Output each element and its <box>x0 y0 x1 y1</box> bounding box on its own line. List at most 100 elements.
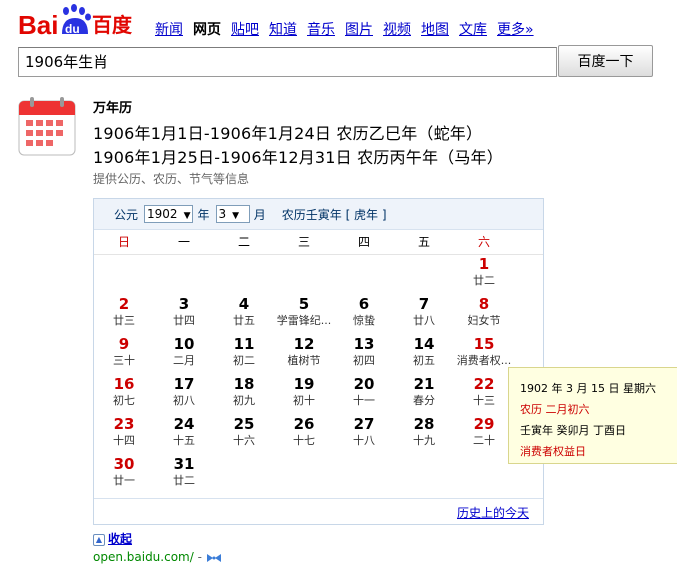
day-number: 13 <box>353 335 375 353</box>
nav-item-2[interactable]: 贴吧 <box>231 22 259 38</box>
day-cell[interactable]: 23 十四 <box>94 415 154 448</box>
tooltip-lunar: 农历 二月初六 <box>520 403 590 416</box>
day-cell[interactable]: 25 十六 <box>214 415 274 448</box>
day-number: 25 <box>233 415 255 433</box>
day-number: 24 <box>173 415 195 433</box>
weekday-label: 四 <box>357 235 370 249</box>
day-number: 29 <box>473 415 495 433</box>
nav-item-8[interactable]: 文库 <box>459 22 487 38</box>
calendar-footer: 历史上的今天 <box>94 498 543 524</box>
calendar-icon <box>18 96 76 156</box>
day-cell[interactable]: 8 妇女节 <box>454 295 514 328</box>
day-lunar: 十三 <box>473 394 495 407</box>
day-cell[interactable]: 12 植树节 <box>274 335 334 368</box>
nav-item-7[interactable]: 地图 <box>421 22 449 38</box>
day-lunar: 廿二 <box>473 274 495 287</box>
bowtie-icon[interactable] <box>206 553 222 563</box>
nav-item-1[interactable]: 网页 <box>193 22 221 38</box>
day-lunar: 十七 <box>293 434 315 447</box>
day-number: 23 <box>113 415 135 433</box>
calendar-header: 公元 1902 ▼ 年 3 ▼ 月 农历壬寅年 [ 虎年 ] <box>94 199 543 230</box>
day-cell[interactable]: 9 三十 <box>94 335 154 368</box>
day-number: 21 <box>413 375 435 393</box>
nav-item-5[interactable]: 图片 <box>345 22 373 38</box>
day-cell[interactable]: 14 初五 <box>394 335 454 368</box>
search-button[interactable]: 百度一下 <box>558 45 653 77</box>
day-cell[interactable]: 10 二月 <box>154 335 214 368</box>
day-number: 3 <box>178 295 190 313</box>
day-cell[interactable]: 30 廿一 <box>94 455 154 488</box>
day-lunar: 廿一 <box>113 474 135 487</box>
nav-item-6[interactable]: 视频 <box>383 22 411 38</box>
day-lunar: 初十 <box>293 394 315 407</box>
result-title[interactable]: 万年历 <box>93 97 132 116</box>
result-line-2: 1906年1月25日-1906年12月31日 农历丙午年（马年） <box>93 148 503 167</box>
day-cell[interactable]: 7 廿八 <box>394 295 454 328</box>
day-cell[interactable]: 22 十三 <box>454 375 514 408</box>
result-line-1: 1906年1月1日-1906年1月24日 农历乙巳年（蛇年） <box>93 124 483 143</box>
day-cell[interactable]: 4 廿五 <box>214 295 274 328</box>
day-lunar: 妇女节 <box>467 314 501 327</box>
day-cell[interactable]: 1 廿二 <box>454 255 514 288</box>
day-lunar: 初五 <box>413 354 435 367</box>
source-url: open.baidu.com/ <box>93 550 194 564</box>
day-cell[interactable]: 3 廿四 <box>154 295 214 328</box>
day-cell[interactable]: 13 初四 <box>334 335 394 368</box>
day-cell[interactable]: 31 廿二 <box>154 455 214 488</box>
year-label: 年 <box>197 207 210 222</box>
day-cell[interactable]: 19 初十 <box>274 375 334 408</box>
day-cell[interactable]: 26 十七 <box>274 415 334 448</box>
nav-item-3[interactable]: 知道 <box>269 22 297 38</box>
day-number: 18 <box>233 375 255 393</box>
day-cell[interactable]: 27 十八 <box>334 415 394 448</box>
zodiac-label: [ 虎年 ] <box>345 207 387 222</box>
day-number: 19 <box>293 375 315 393</box>
day-cell[interactable]: 20 十一 <box>334 375 394 408</box>
day-number: 1 <box>478 255 490 273</box>
day-cell[interactable]: 15 消费者权... <box>454 335 514 368</box>
day-number: 31 <box>173 455 195 473</box>
day-cell[interactable]: 5 学雷锋纪... <box>274 295 334 328</box>
nav-item-0[interactable]: 新闻 <box>155 22 183 38</box>
day-lunar: 廿三 <box>113 314 135 327</box>
day-number: 6 <box>358 295 370 313</box>
day-lunar: 惊蛰 <box>353 314 375 327</box>
day-lunar: 廿八 <box>413 314 435 327</box>
day-cell[interactable]: 16 初七 <box>94 375 154 408</box>
year-select[interactable]: 1902 ▼ <box>144 205 194 223</box>
collapse-toggle[interactable]: ▲ 收起 <box>93 530 132 547</box>
day-cell[interactable]: 11 初二 <box>214 335 274 368</box>
search-input[interactable] <box>18 47 557 77</box>
history-today-link[interactable]: 历史上的今天 <box>457 504 529 521</box>
day-cell[interactable]: 24 十五 <box>154 415 214 448</box>
day-cell[interactable]: 6 惊蛰 <box>334 295 394 328</box>
calendar-widget: 公元 1902 ▼ 年 3 ▼ 月 农历壬寅年 [ 虎年 ] 日一二三四五六 1 廿二… <box>93 198 544 525</box>
day-number: 7 <box>418 295 430 313</box>
day-cell[interactable]: 28 十九 <box>394 415 454 448</box>
day-lunar: 春分 <box>413 394 435 407</box>
collapse-link[interactable]: 收起 <box>108 532 132 546</box>
month-select[interactable]: 3 ▼ <box>215 205 250 223</box>
day-number: 4 <box>238 295 250 313</box>
day-number: 15 <box>473 335 495 353</box>
chevron-down-icon: ▼ <box>232 211 240 221</box>
day-lunar: 十八 <box>353 434 375 447</box>
day-lunar: 初八 <box>173 394 195 407</box>
day-number: 10 <box>173 335 195 353</box>
weekday-label: 三 <box>297 235 310 249</box>
day-lunar: 廿四 <box>173 314 195 327</box>
day-number: 26 <box>293 415 315 433</box>
day-cell[interactable]: 21 春分 <box>394 375 454 408</box>
day-lunar: 十九 <box>413 434 435 447</box>
nav-item-9[interactable]: 更多» <box>497 22 534 38</box>
nav-item-4[interactable]: 音乐 <box>307 22 335 38</box>
day-cell[interactable]: 2 廿三 <box>94 295 154 328</box>
day-number: 12 <box>293 335 315 353</box>
weekday-label: 六 <box>477 235 490 249</box>
day-cell[interactable]: 18 初九 <box>214 375 274 408</box>
logo-du: du <box>65 22 80 36</box>
day-cell[interactable]: 29 二十 <box>454 415 514 448</box>
baidu-logo[interactable]: Bai du 百度 <box>18 4 138 40</box>
day-lunar: 三十 <box>113 354 135 367</box>
day-cell[interactable]: 17 初八 <box>154 375 214 408</box>
